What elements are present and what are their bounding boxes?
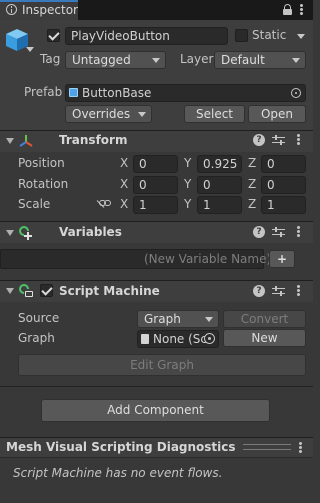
- prefab-label: Prefab: [24, 85, 63, 99]
- transform-icon: [19, 135, 33, 147]
- scale-x-field[interactable]: 1: [133, 196, 178, 214]
- axis-z-label: Z: [248, 197, 257, 211]
- layer-label: Layer: [180, 52, 214, 66]
- select-button[interactable]: Select: [184, 105, 245, 123]
- cube-dropdown-icon[interactable]: [26, 47, 34, 52]
- link-icon[interactable]: [96, 199, 111, 208]
- more-icon[interactable]: [299, 442, 302, 454]
- axis-y-label: Y: [184, 197, 192, 211]
- tab-title: Inspector: [22, 3, 78, 17]
- help-icon[interactable]: ?: [253, 134, 265, 146]
- scale-y-field[interactable]: 1: [197, 196, 242, 214]
- diagnostics-message: Script Machine has no event flows.: [13, 466, 223, 480]
- tab-inspector[interactable]: Inspector: [0, 0, 78, 20]
- script-machine-icon: [18, 283, 34, 298]
- more-icon[interactable]: [297, 134, 300, 146]
- static-checkbox[interactable]: [235, 29, 248, 42]
- axis-x-label: X: [120, 177, 129, 191]
- new-graph-button[interactable]: New: [223, 329, 306, 347]
- settings-icon[interactable]: [272, 285, 285, 297]
- source-label: Source: [18, 311, 60, 325]
- rotation-z-field[interactable]: 0: [261, 176, 306, 194]
- axis-y-label: Y: [184, 177, 192, 191]
- help-icon[interactable]: ?: [253, 285, 265, 297]
- layer-dropdown[interactable]: Default: [214, 51, 306, 69]
- script-machine-enabled-checkbox[interactable]: [40, 284, 53, 297]
- position-x-field[interactable]: 0: [133, 155, 178, 173]
- graph-label: Graph: [18, 331, 55, 345]
- prefab-icon: [69, 88, 78, 97]
- more-icon[interactable]: [297, 285, 300, 297]
- tag-label: Tag: [40, 52, 61, 66]
- chevron-down-icon: [205, 317, 213, 322]
- convert-button[interactable]: Convert: [223, 310, 306, 328]
- menu-icon[interactable]: [300, 3, 303, 16]
- add-component-button[interactable]: Add Component: [41, 399, 270, 422]
- script-machine-title: Script Machine: [59, 284, 160, 298]
- more-icon[interactable]: [297, 226, 300, 238]
- settings-icon[interactable]: [272, 134, 285, 146]
- rotation-y-field[interactable]: 0: [197, 176, 242, 194]
- position-y-field[interactable]: 0.925: [197, 155, 242, 173]
- file-icon: [141, 334, 149, 344]
- lock-icon[interactable]: [283, 4, 292, 15]
- settings-icon[interactable]: [272, 226, 285, 238]
- position-label: Position: [18, 156, 65, 170]
- prefab-field[interactable]: ButtonBase: [65, 84, 306, 102]
- axis-x-label: X: [120, 197, 129, 211]
- source-dropdown[interactable]: Graph: [137, 310, 219, 328]
- chevron-down-icon: [138, 112, 146, 117]
- add-variable-button[interactable]: +: [269, 250, 295, 268]
- active-checkbox[interactable]: [47, 29, 60, 42]
- tag-value: Untagged: [72, 53, 131, 67]
- new-variable-placeholder: (New Variable Name): [144, 252, 272, 266]
- axis-x-label: X: [120, 156, 129, 170]
- scale-label: Scale: [18, 197, 51, 211]
- open-button[interactable]: Open: [248, 105, 306, 123]
- diagnostics-title: Mesh Visual Scripting Diagnostics: [6, 440, 236, 454]
- variables-icon: [18, 225, 34, 240]
- axis-y-label: Y: [184, 156, 192, 170]
- overrides-label: Overrides: [72, 107, 131, 121]
- axis-z-label: Z: [248, 156, 257, 170]
- static-dropdown-icon[interactable]: [297, 34, 305, 39]
- layer-value: Default: [221, 53, 265, 67]
- overrides-dropdown[interactable]: Overrides: [65, 105, 152, 123]
- rotation-label: Rotation: [18, 177, 69, 191]
- prefab-value: ButtonBase: [82, 86, 152, 100]
- variables-header[interactable]: [0, 221, 313, 243]
- position-z-field[interactable]: 0: [261, 155, 306, 173]
- object-name-field[interactable]: PlayVideoButton: [65, 27, 228, 45]
- help-icon[interactable]: ?: [253, 226, 265, 238]
- source-value: Graph: [144, 312, 181, 326]
- fold-arrow-icon[interactable]: [6, 138, 14, 144]
- scale-z-field[interactable]: 1: [261, 196, 306, 214]
- divider: [0, 386, 313, 387]
- fold-arrow-icon[interactable]: [6, 288, 14, 294]
- transform-header[interactable]: [0, 130, 313, 152]
- variables-title: Variables: [59, 225, 122, 239]
- transform-title: Transform: [59, 133, 128, 147]
- chevron-down-icon: [292, 58, 300, 63]
- axis-z-label: Z: [248, 177, 257, 191]
- edit-graph-button[interactable]: Edit Graph: [18, 354, 306, 376]
- static-label: Static: [252, 28, 287, 42]
- drag-handle-icon[interactable]: [243, 444, 291, 450]
- tag-dropdown[interactable]: Untagged: [65, 51, 166, 69]
- chevron-down-icon: [152, 58, 160, 63]
- graph-value: None (Sc: [153, 332, 208, 346]
- fold-arrow-icon[interactable]: [6, 230, 14, 236]
- rotation-x-field[interactable]: 0: [133, 176, 178, 194]
